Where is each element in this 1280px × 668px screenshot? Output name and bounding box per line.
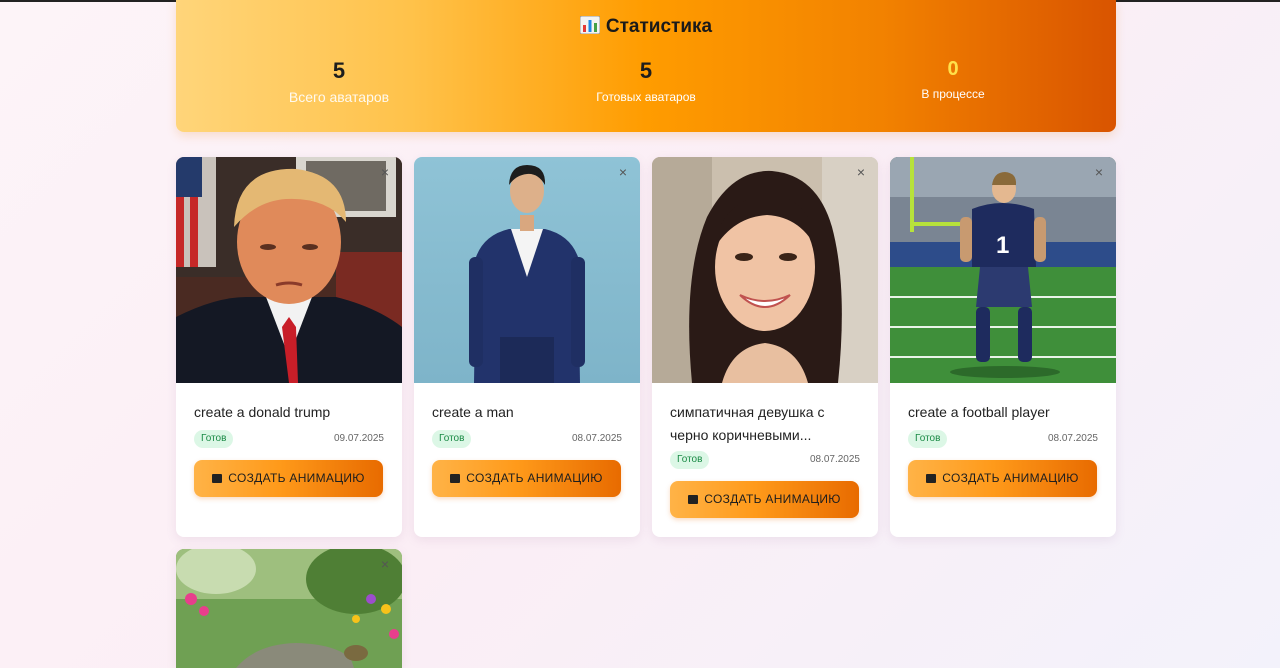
close-icon[interactable]: × — [616, 165, 630, 179]
stat-total: 5 Всего аватаров — [219, 58, 459, 105]
avatar-image[interactable] — [176, 549, 402, 668]
stats-title: Статистика — [605, 16, 713, 37]
stat-ready-label: Готовых аватаров — [596, 90, 696, 104]
film-icon — [212, 474, 223, 483]
stat-ready: 5 Готовых аватаров — [526, 58, 766, 104]
status-badge: Готов — [432, 430, 472, 448]
create-animation-label: СОЗДАТЬ АНИМАЦИЮ — [942, 471, 1079, 485]
status-badge: Готов — [908, 430, 948, 448]
status-badge: Готов — [670, 451, 710, 469]
stat-total-value: 5 — [332, 58, 346, 83]
close-icon[interactable]: × — [378, 557, 392, 571]
avatar-date: 08.07.2025 — [1047, 433, 1098, 444]
film-icon — [926, 474, 937, 483]
close-icon[interactable]: × — [1092, 165, 1106, 179]
create-animation-button[interactable]: СОЗДАТЬ АНИМАЦИЮ — [908, 460, 1097, 497]
stat-in-progress-value: 0 — [947, 58, 959, 80]
avatar-image[interactable] — [176, 157, 402, 383]
stat-ready-value: 5 — [639, 58, 653, 83]
stat-total-label: Всего аватаров — [288, 89, 390, 105]
avatar-image[interactable] — [414, 157, 640, 383]
avatar-title: симпатичная девушка с черно коричневыми.… — [670, 404, 825, 443]
avatar-card[interactable]: 1 × create a football player Готов 08.07… — [890, 157, 1116, 537]
stats-heading: Статистика — [176, 16, 1116, 38]
close-icon[interactable]: × — [378, 165, 392, 179]
stat-in-progress-label: В процессе — [921, 87, 985, 101]
create-animation-label: СОЗДАТЬ АНИМАЦИЮ — [704, 492, 841, 506]
create-animation-button[interactable]: СОЗДАТЬ АНИМАЦИЮ — [194, 460, 383, 497]
avatar-card[interactable]: × create a man Готов 08.07.2025 СОЗДАТЬ … — [414, 157, 640, 537]
create-animation-button[interactable]: СОЗДАТЬ АНИМАЦИЮ — [670, 481, 859, 518]
film-icon — [450, 474, 461, 483]
film-icon — [688, 495, 699, 504]
avatar-card[interactable]: × — [176, 549, 402, 668]
bar-chart-icon — [579, 16, 600, 34]
avatar-date: 08.07.2025 — [809, 454, 860, 465]
avatar-date: 09.07.2025 — [333, 433, 384, 444]
create-animation-label: СОЗДАТЬ АНИМАЦИЮ — [466, 471, 603, 485]
avatar-card[interactable]: × симпатичная девушка с черно коричневым… — [652, 157, 878, 537]
avatar-image[interactable] — [652, 157, 878, 383]
close-icon[interactable]: × — [854, 165, 868, 179]
create-animation-label: СОЗДАТЬ АНИМАЦИЮ — [228, 471, 365, 485]
avatar-card[interactable]: × create a donald trump Готов 09.07.2025… — [176, 157, 402, 537]
stat-in-progress: 0 В процессе — [833, 58, 1073, 101]
avatar-title: create a football player — [908, 404, 1050, 420]
avatar-image[interactable]: 1 — [890, 157, 1116, 383]
avatar-date: 08.07.2025 — [571, 433, 622, 444]
svg-text:1: 1 — [996, 232, 1009, 259]
status-badge: Готов — [194, 430, 234, 448]
avatar-title: create a man — [432, 404, 514, 420]
statistics-panel: Статистика 5 Всего аватаров 5 Готовых ав… — [176, 0, 1116, 132]
create-animation-button[interactable]: СОЗДАТЬ АНИМАЦИЮ — [432, 460, 621, 497]
avatar-title: create a donald trump — [194, 404, 331, 420]
